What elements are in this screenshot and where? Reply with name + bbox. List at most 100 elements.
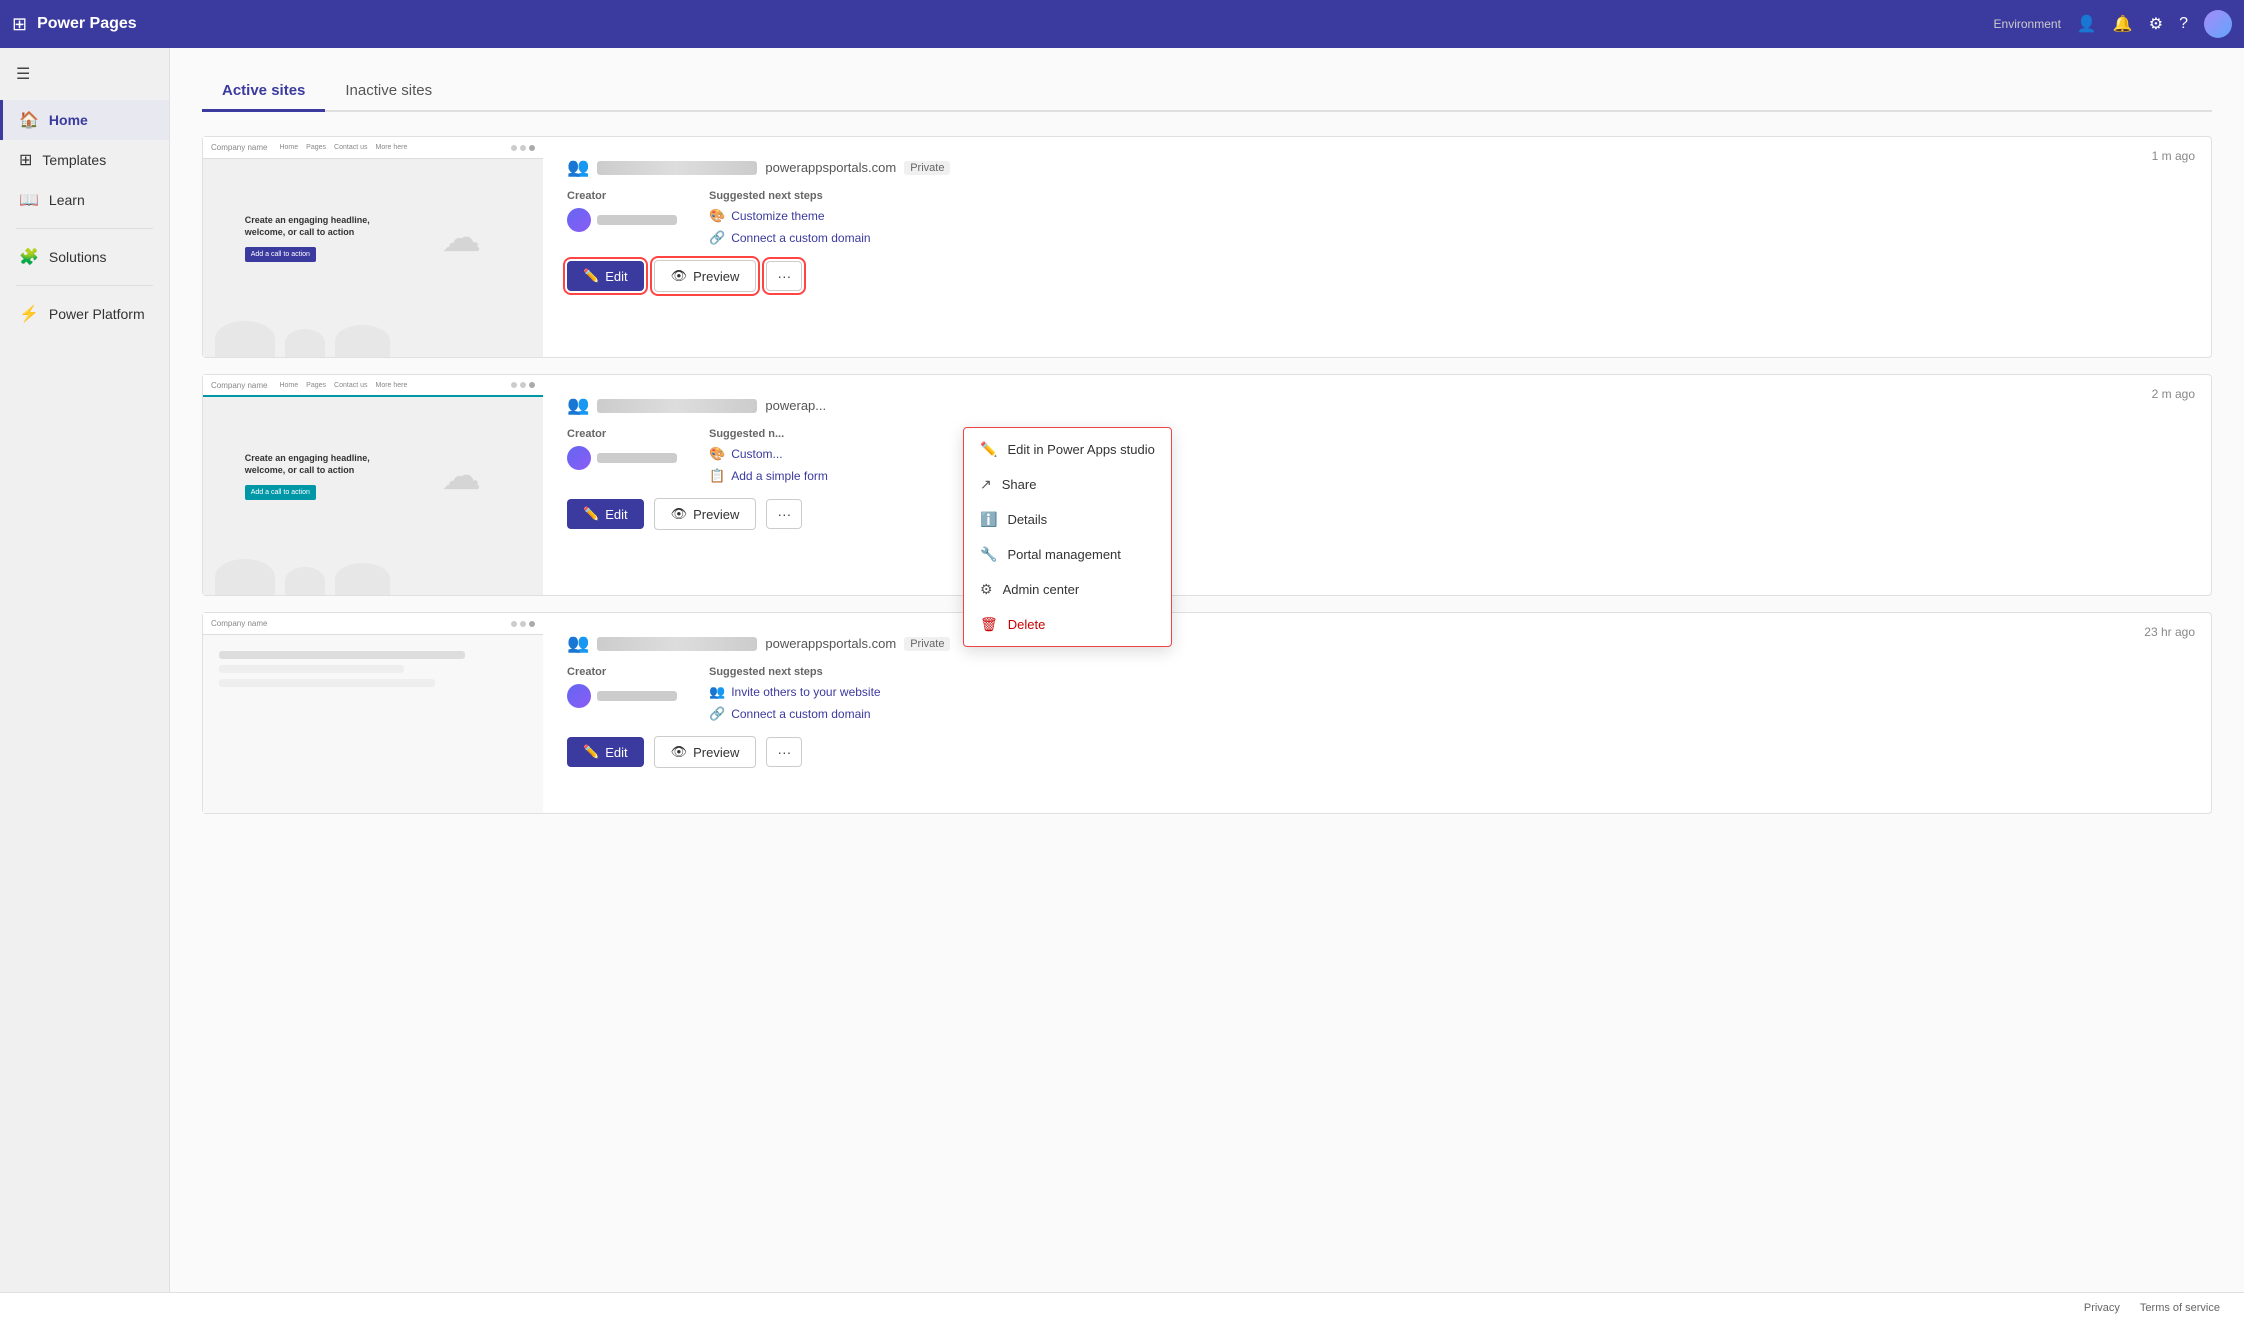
creator-label-2: Creator: [567, 428, 677, 440]
sidebar: ☰ 🏠 Home ⊞ Templates 📖 Learn 🧩 Solutions…: [0, 48, 170, 1292]
form-icon-2: 📋: [709, 468, 725, 484]
topbar: ⊞ Power Pages Environment 👤 🔔 ⚙ ?: [0, 0, 2244, 48]
next-step-2b[interactable]: 📋 Add a simple form: [709, 468, 828, 484]
preview-nav: HomePagesContact usMore here: [279, 144, 407, 151]
notifications-icon[interactable]: 🔔: [2113, 14, 2133, 34]
next-steps-label-1: Suggested next steps: [709, 190, 871, 202]
dropdown-admin-center-label: Admin center: [1003, 582, 1080, 597]
sidebar-divider-1: [16, 228, 153, 229]
preview-nav-2: HomePagesContact usMore here: [279, 382, 407, 389]
tab-inactive-sites[interactable]: Inactive sites: [325, 72, 452, 112]
preview-button-2[interactable]: 👁 Preview: [654, 498, 757, 530]
next-steps-3: 👥 Invite others to your website 🔗 Connec…: [709, 684, 881, 722]
dropdown-delete[interactable]: 🗑 Delete: [964, 607, 1171, 642]
sidebar-item-label: Home: [49, 112, 88, 128]
sidebar-item-templates[interactable]: ⊞ Templates: [0, 140, 169, 180]
next-step-label-2a: Custom...: [731, 447, 782, 461]
creator-avatar-3: [567, 684, 591, 708]
site-url-2: powerap...: [765, 398, 826, 413]
preview-logo: Company name: [211, 143, 267, 152]
dropdown-edit-studio-label: Edit in Power Apps studio: [1007, 442, 1154, 457]
users-icon-2: 👥: [567, 395, 589, 416]
site-name-blurred-1: [597, 161, 757, 175]
preview-text-2: Create an engaging headline,welcome, or …: [245, 452, 370, 501]
dropdown-menu: ✏️ Edit in Power Apps studio ↗ Share ℹ️ …: [963, 427, 1172, 647]
next-step-theme-1[interactable]: 🎨 Customize theme: [709, 208, 871, 224]
person-icon[interactable]: 👤: [2077, 14, 2097, 34]
site-card-3: Company name 23 hr ago: [202, 612, 2212, 814]
environment-label: Environment: [1994, 17, 2061, 31]
site-card-info-3: 23 hr ago 👥 powerappsportals.com Private…: [543, 613, 2211, 813]
sidebar-item-home[interactable]: 🏠 Home: [0, 100, 169, 140]
site-card-info-2: 2 m ago 👥 powerap... Creator: [543, 375, 2211, 595]
site-card-info-1: 1 m ago 👥 powerappsportals.com Private C…: [543, 137, 2211, 357]
dropdown-portal-mgmt[interactable]: 🔧 Portal management: [964, 537, 1171, 572]
next-step-3b[interactable]: 🔗 Connect a custom domain: [709, 706, 881, 722]
next-step-label-2: Connect a custom domain: [731, 231, 870, 245]
site-timestamp-2: 2 m ago: [2152, 387, 2195, 401]
portal-mgmt-icon: 🔧: [980, 546, 997, 563]
preview-dots: [511, 145, 535, 151]
sidebar-item-power-platform[interactable]: ⚡ Power Platform: [0, 294, 169, 334]
next-step-3a[interactable]: 👥 Invite others to your website: [709, 684, 881, 700]
dropdown-admin-center[interactable]: ⚙ Admin center: [964, 572, 1171, 607]
preview-cta: Add a call to action: [245, 247, 316, 263]
next-step-label-2b: Add a simple form: [731, 469, 828, 483]
settings-icon[interactable]: ⚙: [2149, 14, 2163, 34]
edit-button-1[interactable]: ✏️ Edit: [567, 261, 644, 291]
learn-icon: 📖: [19, 190, 39, 210]
site-badge-3: Private: [904, 637, 950, 651]
edit-studio-icon: ✏️: [980, 441, 997, 458]
edit-button-2[interactable]: ✏️ Edit: [567, 499, 644, 529]
details-icon: ℹ️: [980, 511, 997, 528]
site-name-row-1: 👥 powerappsportals.com Private: [567, 157, 2187, 178]
next-step-label-1: Customize theme: [731, 209, 824, 223]
site-name-blurred-2: [597, 399, 757, 413]
preview-icon-2: 👁: [671, 506, 688, 522]
dropdown-details[interactable]: ℹ️ Details: [964, 502, 1171, 537]
creator-info-3: [567, 684, 677, 708]
next-steps-col-3: Suggested next steps 👥 Invite others to …: [709, 666, 881, 722]
content-area: Active sites Inactive sites Company name…: [170, 48, 2244, 1292]
site-meta-row-2: Creator Suggested n... 🎨 Custom...: [567, 428, 2187, 484]
invite-icon-3: 👥: [709, 684, 725, 700]
creator-avatar-1: [567, 208, 591, 232]
more-button-3[interactable]: ···: [766, 737, 802, 767]
site-url-1: powerappsportals.com: [765, 160, 896, 175]
preview-logo-3: Company name: [211, 619, 267, 628]
sidebar-item-label: Solutions: [49, 249, 107, 265]
preview-button-3[interactable]: 👁 Preview: [654, 736, 757, 768]
next-step-2a[interactable]: 🎨 Custom...: [709, 446, 828, 462]
creator-col-3: Creator: [567, 666, 677, 722]
site-name-row-2: 👥 powerap...: [567, 395, 2187, 416]
grid-icon[interactable]: ⊞: [12, 14, 27, 35]
preview-button-1[interactable]: 👁 Preview: [654, 260, 757, 292]
creator-info-2: [567, 446, 677, 470]
tab-active-sites[interactable]: Active sites: [202, 72, 325, 112]
preview-logo-2: Company name: [211, 381, 267, 390]
dropdown-share[interactable]: ↗ Share: [964, 467, 1171, 502]
next-steps-1: 🎨 Customize theme 🔗 Connect a custom dom…: [709, 208, 871, 246]
users-icon-3: 👥: [567, 633, 589, 654]
site-url-3: powerappsportals.com: [765, 636, 896, 651]
site-name-row-3: 👥 powerappsportals.com Private: [567, 633, 2187, 654]
next-step-domain-1[interactable]: 🔗 Connect a custom domain: [709, 230, 871, 246]
privacy-link[interactable]: Privacy: [2084, 1302, 2120, 1314]
hamburger-icon[interactable]: ☰: [0, 56, 169, 100]
main-layout: ☰ 🏠 Home ⊞ Templates 📖 Learn 🧩 Solutions…: [0, 48, 2244, 1292]
power-platform-icon: ⚡: [19, 304, 39, 324]
creator-info-1: [567, 208, 677, 232]
footer: Privacy Terms of service: [0, 1292, 2244, 1322]
avatar[interactable]: [2204, 10, 2232, 38]
help-icon[interactable]: ?: [2179, 15, 2188, 33]
sidebar-item-solutions[interactable]: 🧩 Solutions: [0, 237, 169, 277]
more-button-2[interactable]: ···: [766, 499, 802, 529]
edit-button-3[interactable]: ✏️ Edit: [567, 737, 644, 767]
dropdown-edit-studio[interactable]: ✏️ Edit in Power Apps studio: [964, 432, 1171, 467]
dropdown-delete-label: Delete: [1008, 617, 1046, 632]
domain-icon-1: 🔗: [709, 230, 725, 246]
more-button-1[interactable]: ···: [766, 261, 802, 291]
preview-icon-1: 👁: [671, 268, 688, 284]
sidebar-item-learn[interactable]: 📖 Learn: [0, 180, 169, 220]
tos-link[interactable]: Terms of service: [2140, 1302, 2220, 1314]
